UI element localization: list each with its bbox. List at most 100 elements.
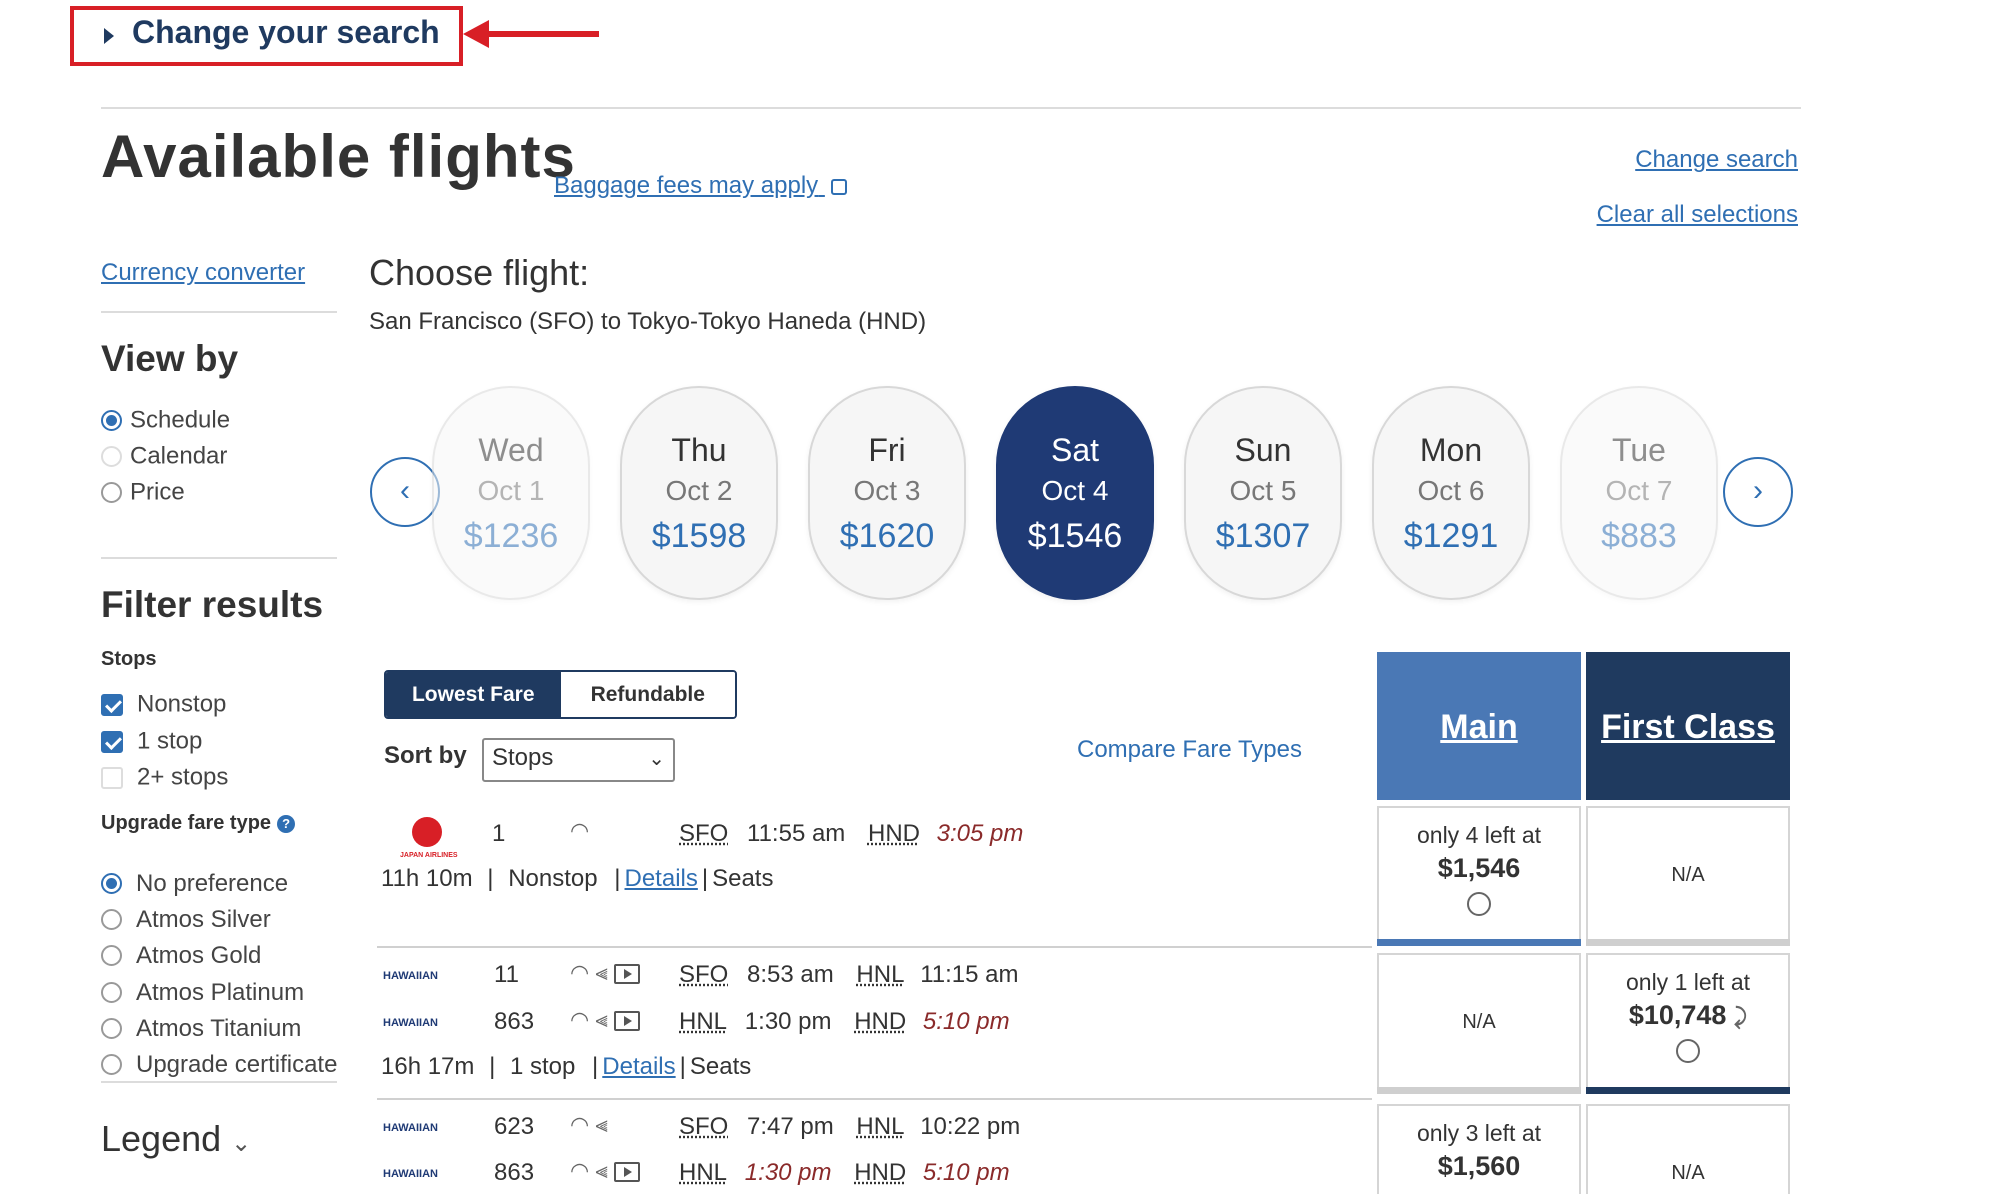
date-card-day: Wed xyxy=(478,432,544,468)
seats-left-text: only 4 left at xyxy=(1416,822,1542,848)
option-label: Nonstop xyxy=(137,690,227,718)
radio-icon xyxy=(101,410,122,432)
chevron-right-icon[interactable]: › xyxy=(1723,457,1793,527)
fare-cell-main[interactable]: only 3 left at $1,560 xyxy=(1377,1104,1581,1194)
date-card-sat-selected[interactable]: Sat Oct 4 $1546 xyxy=(996,386,1154,600)
hawaiian-logo-icon: HAWAIIAN xyxy=(383,1168,438,1180)
flight-number: 623 xyxy=(494,1113,535,1140)
date-card-mon[interactable]: Mon Oct 6 $1291 xyxy=(1372,386,1530,600)
stops-count: Nonstop xyxy=(508,865,598,892)
lowest-fare-tab[interactable]: Lowest Fare xyxy=(386,672,561,717)
refundable-tab[interactable]: Refundable xyxy=(560,672,735,717)
entertainment-icon xyxy=(613,1162,640,1183)
compare-fare-types-link[interactable]: Compare Fare Types xyxy=(1077,736,1302,764)
wifi-icon: ◠ xyxy=(570,960,590,985)
fare-cell-main: N/A xyxy=(1377,953,1581,1094)
chevron-left-icon[interactable]: ‹ xyxy=(370,457,440,527)
upgrade-atmos-silver[interactable]: Atmos Silver xyxy=(101,905,271,934)
change-your-search-toggle[interactable]: Change your search xyxy=(70,6,463,66)
destination-airport[interactable]: HND xyxy=(868,820,920,847)
origin-airport[interactable]: HNL xyxy=(679,1159,726,1186)
origin-airport[interactable]: SFO xyxy=(679,961,728,988)
details-link[interactable]: Details xyxy=(625,865,698,892)
destination-airport[interactable]: HND xyxy=(854,1159,906,1186)
baggage-fees-link[interactable]: Baggage fees may apply xyxy=(554,172,847,200)
amenities-icons: ◠ ⫷ xyxy=(570,1007,640,1033)
upgrade-fare-type-text: Upgrade fare type xyxy=(101,812,272,834)
currency-converter-link[interactable]: Currency converter xyxy=(101,259,305,287)
date-card-tue[interactable]: Tue Oct 7 $883 xyxy=(1560,386,1718,600)
entertainment-icon xyxy=(613,1011,640,1032)
fare-cell-main[interactable]: only 4 left at $1,546 xyxy=(1377,806,1581,946)
view-by-schedule[interactable]: Schedule xyxy=(101,406,230,435)
destination-airport[interactable]: HNL xyxy=(856,1113,903,1140)
radio-icon xyxy=(101,1018,122,1040)
flight-number: 863 xyxy=(494,1159,535,1186)
option-label: 1 stop xyxy=(137,727,203,755)
date-card-wed[interactable]: Wed Oct 1 $1236 xyxy=(432,386,590,600)
option-label: Price xyxy=(130,478,185,506)
fare-price-row: $10,748 ⤸ xyxy=(1588,1000,1788,1031)
wifi-icon: ◠ xyxy=(570,1007,590,1032)
stops-1-stop-checkbox[interactable]: 1 stop xyxy=(101,727,202,756)
power-icon: ⫷ xyxy=(595,1112,608,1137)
sort-by-select[interactable]: Stops ⌄ xyxy=(482,738,675,782)
departure-time: 1:30 pm xyxy=(744,1159,832,1186)
legend-label: Legend xyxy=(101,1118,222,1159)
wifi-icon: ◠ xyxy=(570,1158,590,1183)
select-radio-icon[interactable] xyxy=(1676,1039,1700,1063)
not-available-text: N/A xyxy=(1462,1011,1496,1033)
cabin-first-class-header[interactable]: First Class xyxy=(1586,652,1790,800)
departure-time: 11:55 am xyxy=(747,820,846,847)
date-card-date: Oct 7 xyxy=(1605,475,1673,506)
fare-cell-first[interactable]: only 1 left at $10,748 ⤸ xyxy=(1586,953,1790,1094)
change-search-link[interactable]: Change search xyxy=(1635,146,1798,174)
stops-nonstop-checkbox[interactable]: Nonstop xyxy=(101,690,226,719)
arrival-time: 10:22 pm xyxy=(920,1113,1021,1140)
sort-by-label: Sort by xyxy=(384,742,467,769)
sidebar-divider xyxy=(101,1081,337,1083)
destination-airport[interactable]: HNL xyxy=(856,961,903,988)
sidebar-divider xyxy=(101,557,337,559)
help-icon[interactable]: ? xyxy=(277,814,296,833)
date-card-sun[interactable]: Sun Oct 5 $1307 xyxy=(1184,386,1342,600)
origin-airport[interactable]: HNL xyxy=(679,1008,726,1035)
view-by-calendar[interactable]: Calendar xyxy=(101,442,227,471)
power-icon: ⫷ xyxy=(595,960,608,985)
option-label: 2+ stops xyxy=(137,763,229,791)
page-title: Available flights xyxy=(101,123,576,190)
checkbox-icon xyxy=(101,766,123,789)
fare-cell-bar xyxy=(1586,939,1790,946)
flight-segment: SFO 8:53 am HNL 11:15 am xyxy=(679,961,1019,989)
upgrade-no-preference[interactable]: No preference xyxy=(101,869,288,898)
date-card-thu[interactable]: Thu Oct 2 $1598 xyxy=(620,386,778,600)
upgrade-atmos-titanium[interactable]: Atmos Titanium xyxy=(101,1014,301,1043)
radio-icon xyxy=(101,446,122,468)
origin-airport[interactable]: SFO xyxy=(679,820,728,847)
route-text: San Francisco (SFO) to Tokyo-Tokyo Haned… xyxy=(369,308,927,335)
select-radio-icon[interactable] xyxy=(1467,892,1491,916)
details-link[interactable]: Details xyxy=(602,1053,675,1080)
stops-2plus-checkbox[interactable]: 2+ stops xyxy=(101,763,228,792)
cabin-main-header[interactable]: Main xyxy=(1377,652,1581,800)
upgrade-atmos-platinum[interactable]: Atmos Platinum xyxy=(101,978,304,1007)
view-by-price[interactable]: Price xyxy=(101,478,185,507)
upgrade-fare-type-label: Upgrade fare type? xyxy=(101,812,296,835)
date-card-fri[interactable]: Fri Oct 3 $1620 xyxy=(808,386,966,600)
power-icon: ⫷ xyxy=(595,1007,608,1032)
entertainment-icon xyxy=(613,964,640,985)
clear-all-selections-link[interactable]: Clear all selections xyxy=(1597,201,1798,229)
date-card-date: Oct 5 xyxy=(1229,475,1297,506)
destination-airport[interactable]: HND xyxy=(854,1008,906,1035)
fare-cell-bar xyxy=(1377,1087,1581,1094)
sort-by-value: Stops xyxy=(492,744,554,771)
upgrade-certificate[interactable]: Upgrade certificate xyxy=(101,1050,337,1079)
fare-cell-bar xyxy=(1586,1087,1790,1094)
origin-airport[interactable]: SFO xyxy=(679,1113,728,1140)
date-card-price: $1291 xyxy=(1403,517,1499,555)
seats-link[interactable]: Seats xyxy=(690,1053,751,1080)
upgrade-atmos-gold[interactable]: Atmos Gold xyxy=(101,941,261,970)
legend-toggle[interactable]: Legend ⌄ xyxy=(101,1118,251,1160)
annotation-arrow-icon xyxy=(463,20,599,48)
seats-link[interactable]: Seats xyxy=(712,865,773,892)
